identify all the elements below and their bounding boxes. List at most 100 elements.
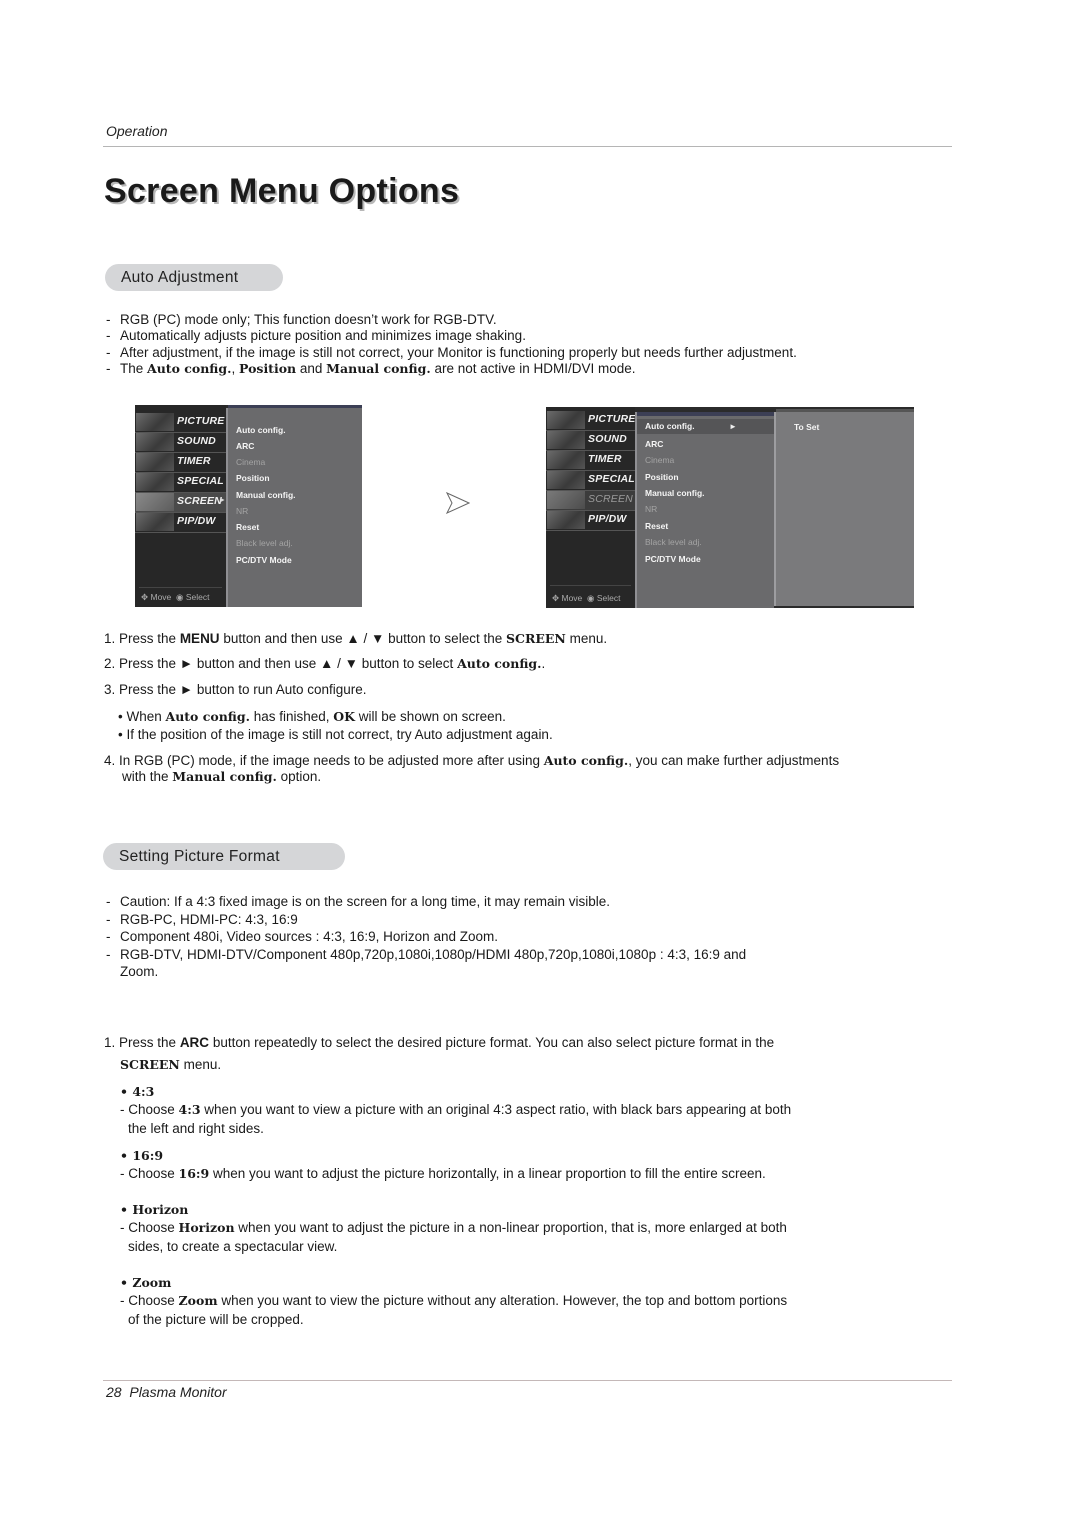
option-term: Zoom	[178, 1293, 218, 1309]
note-item: - Component 480i, Video sources : 4:3, 16…	[106, 929, 498, 944]
option-title: • Zoom	[120, 1275, 172, 1290]
side-label: PICTURE	[588, 413, 636, 425]
step-text: menu.	[565, 631, 608, 646]
menu-item-arc: ARC	[236, 441, 255, 451]
term-menu: MENU	[179, 631, 220, 646]
pip-thumb-icon	[547, 511, 585, 529]
screen-thumb-icon	[136, 493, 174, 511]
move-icon: ✥	[552, 593, 560, 603]
side-label: TIMER	[177, 455, 211, 467]
term-manual-config: Manual config.	[172, 769, 277, 784]
divider	[135, 532, 226, 533]
option-text: - Choose	[120, 1293, 179, 1309]
menu-item-nr: NR	[236, 506, 249, 516]
note-text: Caution: If a 4:3 fixed image is on the …	[120, 894, 610, 909]
menu-item-pc-dtv-mode: PC/DTV Mode	[236, 555, 292, 565]
step-text: , you can make further adjustments	[628, 753, 840, 768]
menu-item-black-level: Black level adj.	[236, 538, 293, 548]
sound-thumb-icon	[136, 433, 174, 451]
side-item-pip-dw: PIP/DW	[135, 513, 226, 532]
side-item-screen: SCREEN ►	[135, 493, 226, 512]
menu-item-nr: NR	[645, 504, 658, 514]
timer-thumb-icon	[136, 453, 174, 471]
note-text: RGB (PC) mode only; This function doesn’…	[120, 312, 497, 327]
running-head: Operation	[106, 123, 168, 139]
note-item: - Caution: If a 4:3 fixed image is on the…	[106, 894, 610, 909]
step-text: menu.	[179, 1057, 222, 1072]
option-text: when you want to view a picture with an …	[200, 1102, 792, 1118]
format-option-horizon: • Horizon - Choose Horizon when you want…	[120, 1202, 880, 1255]
side-item-timer: TIMER	[135, 453, 226, 472]
picture-format-step-1-line-2: SCREEN menu.	[120, 1057, 221, 1073]
note-item: - The Auto config., Position and Manual c…	[106, 360, 636, 376]
term-position: Position	[239, 360, 297, 376]
option-title: • Horizon	[120, 1202, 189, 1217]
pip-thumb-icon	[136, 513, 174, 531]
step-text: .	[541, 656, 546, 671]
section-heading-auto-adjustment: Auto Adjustment	[105, 264, 283, 291]
side-label: SPECIAL	[177, 475, 224, 487]
menu-item-pc-dtv-mode: PC/DTV Mode	[645, 554, 701, 564]
note-item: - RGB-PC, HDMI-PC: 4:3, 16:9	[106, 911, 298, 927]
menu-item-position: Position	[236, 473, 270, 483]
step-text: Press the ► button and then use ▲ / ▼ bu…	[119, 656, 458, 671]
side-label: TIMER	[588, 453, 622, 465]
screen-thumb-icon	[547, 491, 585, 509]
footer-select: Select	[596, 593, 621, 603]
osd-screen-items: Auto config. ► ARC Cinema Position Manual…	[635, 412, 774, 608]
side-label: SOUND	[588, 433, 627, 445]
divider	[550, 585, 631, 586]
submenu-to-set: To Set	[794, 422, 820, 432]
option-term: 4:3	[178, 1102, 201, 1118]
special-thumb-icon	[547, 471, 585, 489]
option-text: - Choose	[120, 1166, 179, 1182]
side-item-timer: TIMER	[546, 451, 635, 470]
term-screen: SCREEN	[120, 1057, 180, 1072]
divider	[139, 587, 222, 588]
select-icon: ◉	[587, 593, 595, 603]
side-item-sound: SOUND	[546, 431, 635, 450]
step-number: 1.	[104, 631, 116, 646]
step-3-bullet-1: • When Auto config. has finished, OK wil…	[118, 709, 506, 725]
option-text: when you want to adjust the picture hori…	[209, 1166, 766, 1182]
osd-footer: ✥ Move ◉ Select	[141, 592, 209, 603]
format-option-16-9: • 16:9 - Choose 16:9 when you want to ad…	[120, 1148, 880, 1183]
side-item-screen: SCREEN	[546, 491, 635, 510]
note-text: The	[120, 360, 148, 376]
footer-select: Select	[185, 592, 210, 602]
step-4: 4. In RGB (PC) mode, if the image needs …	[104, 753, 839, 769]
osd-side-menu: PICTURE SOUND TIMER SPECIAL SCREEN ► PIP/…	[135, 405, 226, 607]
step-text: button and then use ▲ / ▼ button to sele…	[219, 631, 506, 646]
footer-move: Move	[150, 592, 172, 602]
picture-thumb-icon	[136, 413, 174, 431]
term-auto-config: Auto config.	[147, 360, 232, 376]
option-text: when you want to adjust the picture in a…	[234, 1220, 787, 1236]
side-label: SCREEN	[177, 495, 222, 507]
step-text: option.	[276, 769, 322, 784]
note-text: Zoom.	[120, 964, 159, 979]
step-text: with the	[122, 769, 173, 784]
option-term: 16:9	[178, 1166, 210, 1182]
step-4-line-2: with the Manual config. option.	[122, 769, 321, 785]
note-text: and	[296, 360, 327, 376]
next-arrow-icon	[446, 492, 470, 514]
bullet-text: • When	[118, 709, 166, 724]
note-text: Component 480i, Video sources : 4:3, 16:…	[120, 929, 498, 944]
section-heading-picture-format: Setting Picture Format	[103, 843, 345, 870]
term-auto-config: Auto config.	[457, 656, 542, 671]
picture-thumb-icon	[547, 411, 585, 429]
note-item-continued: Zoom.	[103, 963, 923, 981]
side-item-picture: PICTURE	[135, 413, 226, 432]
footer-rule	[103, 1380, 952, 1381]
sound-thumb-icon	[547, 431, 585, 449]
menu-topbar	[637, 412, 774, 416]
step-3: 3. Press the ► button to run Auto config…	[104, 682, 367, 698]
product-name: Plasma Monitor	[129, 1384, 227, 1400]
step-number: 4.	[104, 753, 116, 768]
note-item: - Automatically adjusts picture position …	[106, 328, 526, 344]
picture-format-notes: - Caution: If a 4:3 fixed image is on the…	[103, 893, 923, 981]
note-text: RGB-DTV, HDMI-DTV/Component 480p,720p,10…	[120, 946, 747, 962]
note-text: RGB-PC, HDMI-PC: 4:3, 16:9	[120, 911, 298, 927]
osd-screen-menu-left: PICTURE SOUND TIMER SPECIAL SCREEN ► PIP/…	[135, 405, 362, 607]
menu-item-arc: ARC	[645, 439, 664, 449]
